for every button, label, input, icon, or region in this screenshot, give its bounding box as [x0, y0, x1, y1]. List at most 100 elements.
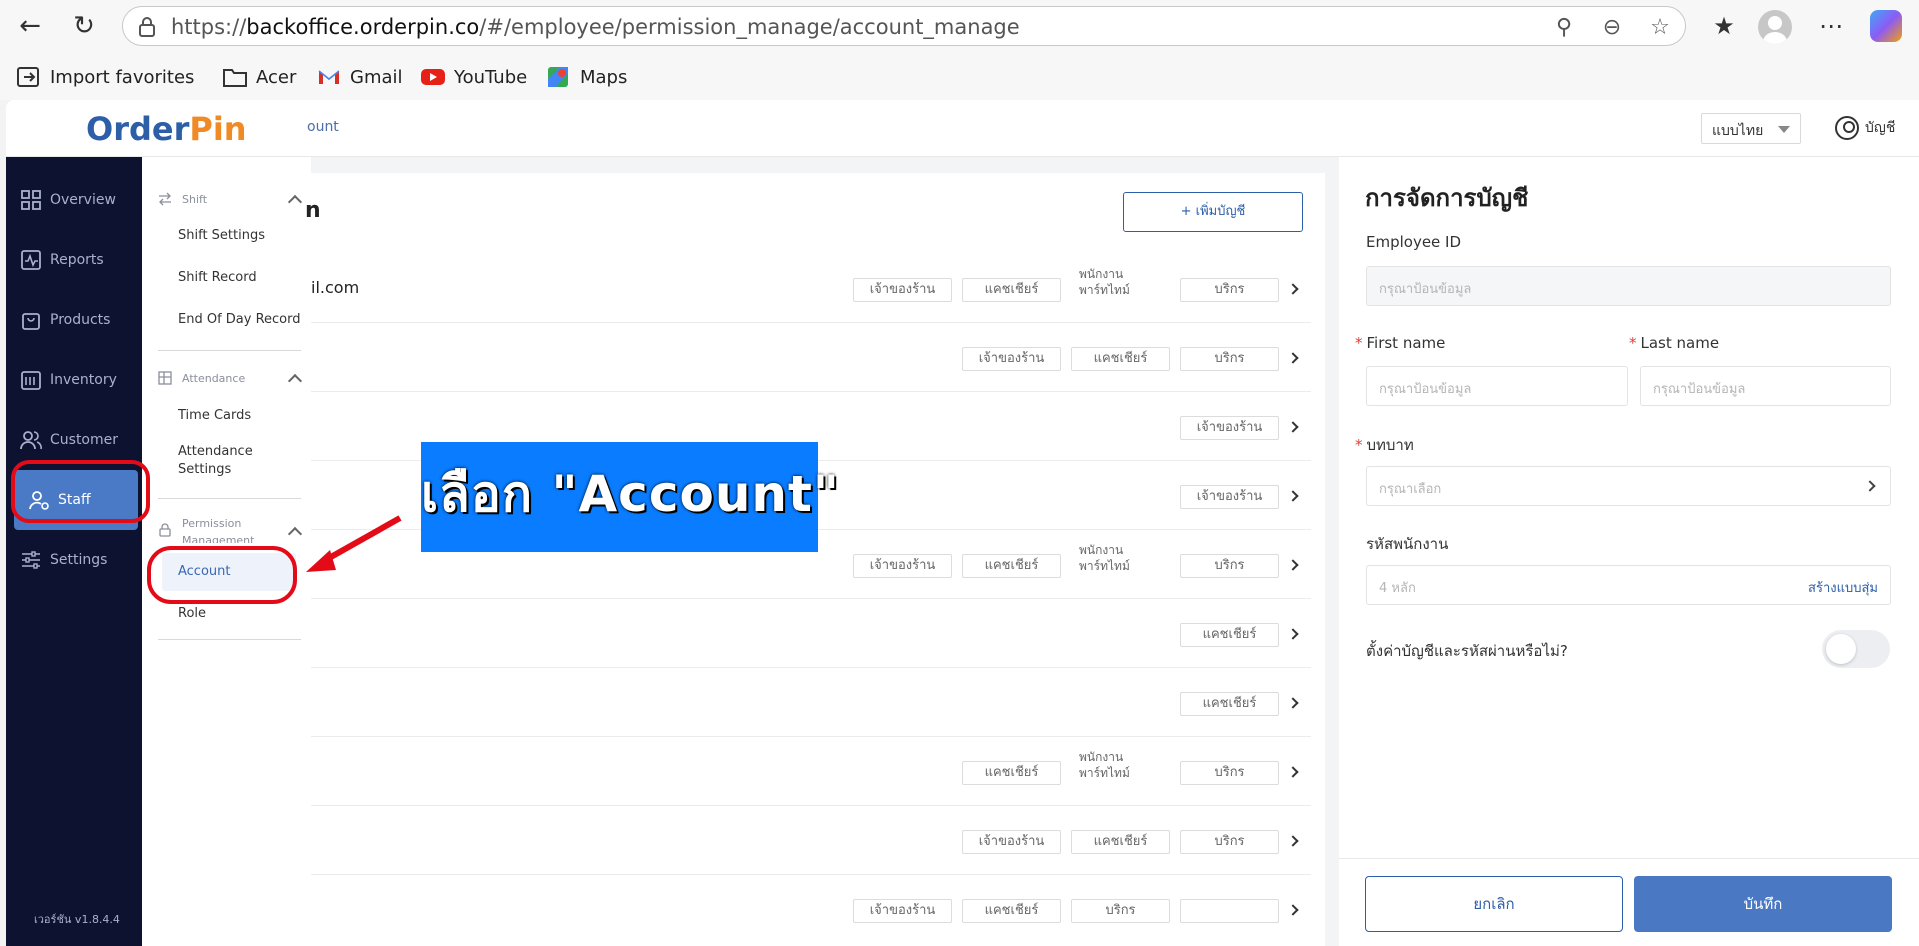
employee-id-input[interactable]: กรุณาป้อนข้อมูล — [1366, 266, 1891, 306]
fav-gmail[interactable]: Gmail — [316, 64, 403, 90]
role-tag: บริกร — [1180, 554, 1279, 578]
chevron-right-icon — [1864, 480, 1876, 492]
app-header: OrderPin ount แบบไทย บัญชี — [6, 100, 1919, 157]
table-row[interactable]: แคชเชียร์ พนักงานพาร์ทไทม์ บริกร — [311, 737, 1311, 806]
sidebar-item-products[interactable]: Products — [6, 290, 142, 350]
address-bar[interactable]: https://backoffice.orderpin.co/#/employe… — [122, 6, 1686, 46]
chevron-up-icon[interactable] — [287, 373, 303, 389]
zoom-out-icon[interactable]: ⊖ — [1599, 15, 1625, 41]
highlight-oval-staff — [11, 460, 150, 523]
submenu-header-attendance[interactable]: Attendance — [158, 371, 245, 385]
fav-acer[interactable]: Acer — [222, 64, 296, 90]
copilot-icon[interactable] — [1870, 10, 1902, 42]
role-tag: พนักงานพาร์ทไทม์ — [1071, 542, 1170, 582]
refresh-icon[interactable]: ↻ — [68, 10, 100, 42]
role-tag: เจ้าของร้าน — [853, 278, 952, 302]
table-row[interactable]: แคชเชียร์ — [311, 599, 1311, 668]
submenu-header-shift[interactable]: Shift — [158, 192, 207, 206]
role-tag: แคชเชียร์ — [962, 761, 1061, 785]
youtube-icon — [421, 69, 445, 85]
submenu-item-shift-settings[interactable]: Shift Settings — [178, 227, 265, 245]
list-title: n — [305, 198, 321, 223]
table-row[interactable]: il.com เจ้าของร้าน แคชเชียร์ พนักงานพาร์ทไท… — [311, 254, 1311, 323]
role-tag: เจ้าของร้าน — [1180, 485, 1279, 509]
back-arrow-icon[interactable]: ← — [14, 10, 46, 42]
version-label: เวอร์ชัน v1.8.4.4 — [34, 913, 120, 926]
profile-avatar[interactable] — [1758, 10, 1792, 44]
url-text[interactable]: https://backoffice.orderpin.co/#/employe… — [171, 15, 1020, 39]
role-tag: เจ้าของร้าน — [1180, 416, 1279, 440]
fav-maps[interactable]: Maps — [546, 64, 627, 90]
table-row[interactable]: แคชเชียร์ — [311, 668, 1311, 737]
instruction-banner: เลือก "Account" — [421, 442, 839, 552]
chevron-right-icon[interactable] — [1287, 421, 1299, 433]
star-icon[interactable]: ☆ — [1647, 15, 1673, 41]
role-tag: เจ้าของร้าน — [962, 347, 1061, 371]
sliders-icon — [22, 551, 40, 569]
divider — [158, 639, 301, 640]
first-name-label: * First name — [1355, 334, 1446, 352]
fav-youtube[interactable]: YouTube — [420, 64, 527, 90]
submenu-header-permission[interactable]: Permission Management — [158, 515, 262, 543]
table-row[interactable]: เจ้าของร้าน แคชเชียร์ บริกร — [311, 806, 1311, 875]
last-name-input[interactable]: กรุณาป้อนข้อมูล — [1640, 366, 1891, 406]
chevron-right-icon[interactable] — [1287, 766, 1299, 778]
lock-icon[interactable] — [135, 15, 159, 39]
role-tag: แคชเชียร์ — [1180, 623, 1279, 647]
submenu-item-attendance-settings[interactable]: Attendance Settings — [178, 443, 268, 479]
favorites-bar: Import favorites Acer Gmail YouTube Maps — [0, 52, 1919, 100]
employee-code-input[interactable]: 4 หลัก สร้างแบบสุ่ม — [1366, 565, 1891, 605]
chevron-right-icon[interactable] — [1287, 835, 1299, 847]
account-password-toggle[interactable] — [1822, 630, 1890, 668]
role-label: * บทบาท — [1355, 436, 1414, 454]
fav-import[interactable]: Import favorites — [16, 64, 194, 90]
role-tag: แคชเชียร์ — [1180, 692, 1279, 716]
box-icon — [21, 371, 41, 390]
bag-icon — [22, 313, 40, 330]
language-select[interactable]: แบบไทย — [1701, 113, 1801, 144]
sidebar-item-settings[interactable]: Settings — [6, 530, 142, 590]
chevron-right-icon[interactable] — [1287, 490, 1299, 502]
chevron-right-icon[interactable] — [1287, 352, 1299, 364]
account-button[interactable]: บัญชี — [1835, 114, 1895, 142]
role-tag — [1180, 899, 1279, 923]
cancel-button[interactable]: ยกเลิก — [1365, 876, 1623, 932]
chevron-up-icon[interactable] — [287, 194, 303, 210]
submenu-item-role[interactable]: Role — [178, 605, 206, 623]
more-icon[interactable]: ⋯ — [1815, 10, 1847, 42]
sidebar-item-overview[interactable]: Overview — [6, 170, 142, 230]
key-icon[interactable]: ⚲ — [1551, 15, 1577, 41]
table-row[interactable]: เจ้าของร้าน แคชเชียร์ บริกร — [311, 323, 1311, 392]
divider — [158, 498, 301, 499]
lock-icon — [159, 523, 171, 537]
submenu-item-end-of-day-record[interactable]: End Of Day Record — [178, 311, 301, 329]
chart-icon — [21, 250, 41, 270]
chevron-right-icon[interactable] — [1287, 628, 1299, 640]
main-sidebar: Overview Reports Products Inventory Cust… — [6, 157, 142, 946]
add-account-button[interactable]: + เพิ่มบัญชี — [1123, 192, 1303, 232]
generate-random-link[interactable]: สร้างแบบสุ่ม — [1808, 577, 1878, 598]
sidebar-item-inventory[interactable]: Inventory — [6, 350, 142, 410]
save-button[interactable]: บันทึก — [1634, 876, 1892, 932]
role-tag: เจ้าของร้าน — [853, 899, 952, 923]
chevron-right-icon[interactable] — [1287, 904, 1299, 916]
table-row[interactable]: เจ้าของร้าน แคชเชียร์ บริกร — [311, 875, 1311, 944]
submenu-item-time-cards[interactable]: Time Cards — [178, 407, 251, 425]
role-select[interactable]: กรุณาเลือก — [1366, 466, 1891, 506]
role-tag: เจ้าของร้าน — [853, 554, 952, 578]
chevron-right-icon[interactable] — [1287, 697, 1299, 709]
orderpin-logo[interactable]: OrderPin — [86, 110, 247, 148]
breadcrumb[interactable]: ount — [307, 119, 339, 135]
role-tag: แคชเชียร์ — [1071, 830, 1170, 854]
chevron-right-icon[interactable] — [1287, 283, 1299, 295]
user-circle-icon — [1835, 116, 1859, 140]
submenu-item-shift-record[interactable]: Shift Record — [178, 269, 257, 287]
role-tag: บริกร — [1180, 278, 1279, 302]
role-tag: บริกร — [1071, 899, 1170, 923]
first-name-input[interactable]: กรุณาป้อนข้อมูล — [1366, 366, 1628, 406]
favorites-icon[interactable]: ★ — [1708, 10, 1740, 42]
chevron-right-icon[interactable] — [1287, 559, 1299, 571]
role-tag: พนักงานพาร์ทไทม์ — [1071, 266, 1170, 306]
form-title: การจัดการบัญชี — [1365, 184, 1529, 212]
sidebar-item-reports[interactable]: Reports — [6, 230, 142, 290]
